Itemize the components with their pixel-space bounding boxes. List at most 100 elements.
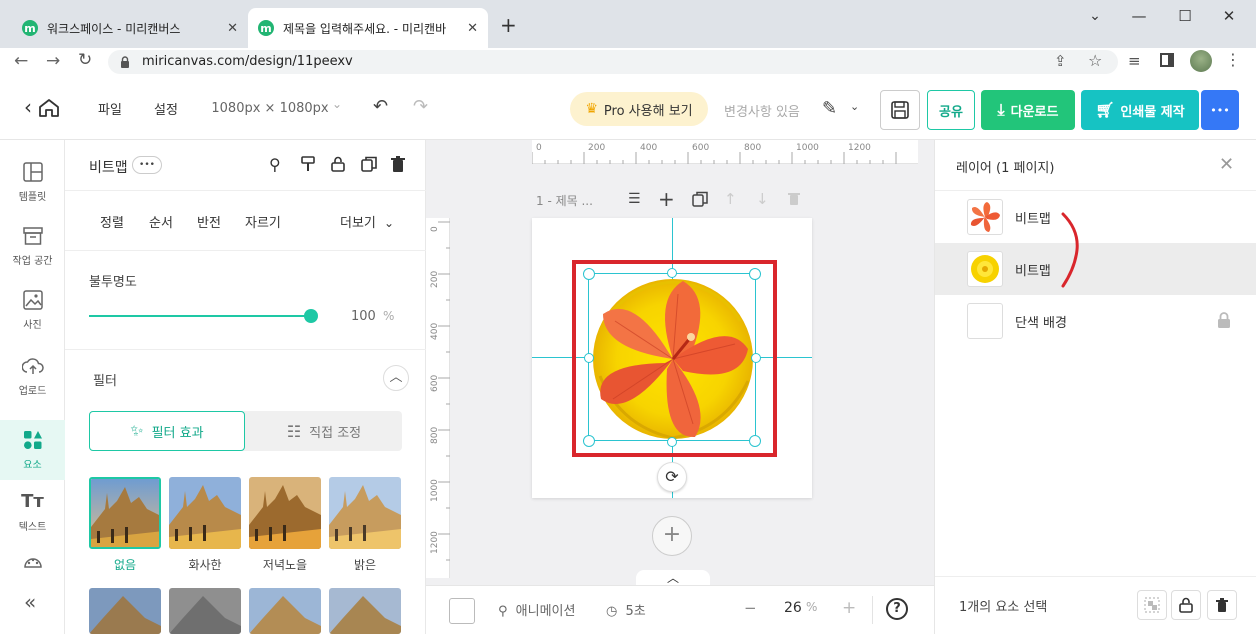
more-tools-dropdown[interactable]: 더보기 ⌄ — [340, 212, 394, 231]
sidebar-item-templates[interactable]: 템플릿 — [0, 152, 65, 212]
collapse-sidebar-icon[interactable]: « — [24, 590, 36, 614]
sidebar-item-workspace[interactable]: 작업 공간 — [0, 216, 65, 276]
paint-format-icon[interactable] — [301, 156, 315, 172]
url-field[interactable]: miricanvas.com/design/11peexv ⇪ ☆ — [108, 50, 1118, 74]
more-options-button[interactable]: ••• — [1201, 90, 1239, 130]
filter-thumb-sunset[interactable] — [249, 477, 321, 549]
pro-trial-button[interactable]: ♛ Pro 사용해 보기 — [570, 92, 708, 126]
filter-thumb-vivid[interactable] — [169, 477, 241, 549]
sidebar-item-photos[interactable]: 사진 — [0, 280, 65, 340]
add-page-button[interactable]: + — [652, 516, 692, 556]
opacity-slider-handle[interactable] — [304, 309, 318, 323]
filter-thumb-none[interactable] — [89, 477, 161, 549]
layer-row[interactable]: 비트맵 — [935, 191, 1256, 243]
redo-icon[interactable]: ↷ — [413, 96, 428, 117]
miricanvas-favicon: m — [258, 20, 274, 36]
browser-tab-workspace[interactable]: m 워크스페이스 - 미리캔버스 ✕ — [12, 8, 248, 48]
tab-crop[interactable]: 자르기 — [245, 212, 281, 231]
tab-flip[interactable]: 반전 — [197, 212, 221, 231]
lock-layer-button[interactable] — [1171, 590, 1201, 620]
filter-thumb[interactable] — [249, 588, 321, 634]
tab-order[interactable]: 순서 — [149, 212, 173, 231]
browser-menu-icon[interactable]: ⋮ — [1225, 50, 1241, 69]
filter-thumb[interactable] — [89, 588, 161, 634]
tab-align[interactable]: 정렬 — [100, 212, 124, 231]
sidebar-item-elements[interactable]: 요소 — [0, 420, 65, 480]
media-control-icon[interactable]: ≡ — [1128, 52, 1141, 70]
layer-row-selected[interactable]: 비트맵 — [935, 243, 1256, 295]
rotate-handle-icon[interactable]: ⟳ — [657, 462, 687, 492]
layer-row[interactable]: 단색 배경 — [935, 295, 1256, 347]
lock-icon[interactable] — [1217, 312, 1231, 328]
side-panel-icon[interactable] — [1160, 53, 1174, 67]
bookmark-star-icon[interactable]: ☆ — [1088, 51, 1102, 70]
sidebar-item-upload[interactable]: 업로드 — [0, 346, 65, 406]
background-color-swatch[interactable] — [449, 598, 475, 624]
new-tab-button[interactable]: + — [500, 13, 517, 37]
sidebar-item-label: 업로드 — [18, 385, 47, 397]
duplicate-page-icon[interactable] — [692, 191, 708, 211]
zoom-out-button[interactable]: − — [744, 599, 757, 617]
home-icon[interactable] — [38, 98, 60, 118]
opacity-slider-track[interactable] — [89, 309, 318, 323]
manual-adjust-tab[interactable]: ☷ 직접 조정 — [246, 411, 402, 451]
duplicate-icon[interactable] — [361, 156, 377, 176]
close-window-button[interactable]: ✕ — [1206, 4, 1252, 28]
layers-panel: 레이어 (1 페이지) ✕ 비트맵 비트맵 단색 배경 1개의 요소 선택 — [934, 140, 1256, 634]
pen-icon[interactable]: ✎ — [822, 98, 837, 119]
workspace-icon — [22, 226, 43, 245]
file-menu[interactable]: 파일 — [86, 96, 134, 120]
move-page-down-icon[interactable]: ↓ — [756, 190, 769, 208]
undo-icon[interactable]: ↶ — [373, 96, 388, 117]
divider — [872, 596, 873, 624]
move-page-up-icon[interactable]: ↑ — [724, 190, 737, 208]
element-more-pill[interactable]: ••• — [132, 156, 162, 174]
sidebar-item-text[interactable]: Tт 텍스트 — [0, 482, 65, 542]
text-icon: Tт — [21, 490, 44, 512]
close-tab-icon[interactable]: ✕ — [467, 21, 478, 36]
maximize-button[interactable]: ☐ — [1162, 4, 1208, 28]
add-page-icon[interactable]: + — [658, 187, 675, 211]
design-page[interactable]: ⟳ — [532, 218, 812, 498]
zoom-value[interactable]: 26 — [784, 600, 802, 616]
filter-thumb[interactable] — [169, 588, 241, 634]
opacity-value[interactable]: 100 — [351, 309, 376, 324]
settings-menu[interactable]: 설정 — [142, 96, 190, 120]
collapse-filter-chevron-up-icon[interactable]: ︿ — [383, 365, 409, 391]
delete-page-icon[interactable] — [788, 191, 800, 209]
vertical-ruler: 0 200 400 600 800 1000 1200 — [426, 218, 450, 578]
browser-tab-design[interactable]: m 제목을 입력해주세요. - 미리캔바 ✕ — [248, 8, 488, 48]
zoom-in-button[interactable]: + — [842, 598, 856, 618]
help-button[interactable]: ? — [886, 598, 908, 620]
close-tab-icon[interactable]: ✕ — [227, 21, 238, 36]
tab-search-icon[interactable]: ⌄ — [1072, 4, 1118, 28]
filter-thumb[interactable] — [329, 588, 401, 634]
save-button[interactable] — [880, 90, 920, 130]
profile-avatar[interactable] — [1190, 50, 1212, 72]
share-page-icon[interactable]: ⇪ — [1054, 52, 1067, 70]
page-title[interactable]: 1 - 제목 ... — [536, 192, 593, 209]
close-layers-icon[interactable]: ✕ — [1219, 154, 1234, 175]
page-duration-button[interactable]: ◷ 5초 — [606, 600, 646, 619]
back-icon[interactable]: ← — [14, 51, 28, 71]
page-memo-icon[interactable]: ☰ — [628, 191, 641, 207]
delete-layer-button[interactable] — [1207, 590, 1237, 620]
print-order-button[interactable]: 🛒︎ 인쇄물 제작 — [1081, 90, 1199, 130]
share-button[interactable]: 공유 — [927, 90, 975, 130]
chevron-down-icon[interactable]: ⌄ — [850, 100, 859, 113]
group-button[interactable] — [1137, 590, 1167, 620]
filter-effect-tab[interactable]: ✨︎ 필터 효과 — [89, 411, 245, 451]
unlock-icon[interactable] — [331, 156, 345, 176]
canvas-size-dropdown[interactable]: 1080px × 1080px — [206, 96, 334, 120]
download-button[interactable]: ⤓ 다운로드 — [981, 90, 1075, 130]
delete-icon[interactable] — [391, 156, 405, 176]
reload-icon[interactable]: ↻ — [78, 50, 92, 70]
sidebar-item-more[interactable] — [0, 540, 65, 590]
eyedropper-icon[interactable]: ⚲ — [269, 155, 281, 174]
minimize-button[interactable]: — — [1116, 4, 1162, 28]
animation-button[interactable]: ⚲ 애니메이션 — [498, 600, 575, 619]
expand-pages-chevron-up-icon[interactable]: ︿ — [636, 570, 710, 586]
forward-icon[interactable]: → — [46, 51, 60, 71]
back-home-chevron-icon[interactable]: ‹ — [24, 95, 32, 119]
filter-thumb-bright[interactable] — [329, 477, 401, 549]
